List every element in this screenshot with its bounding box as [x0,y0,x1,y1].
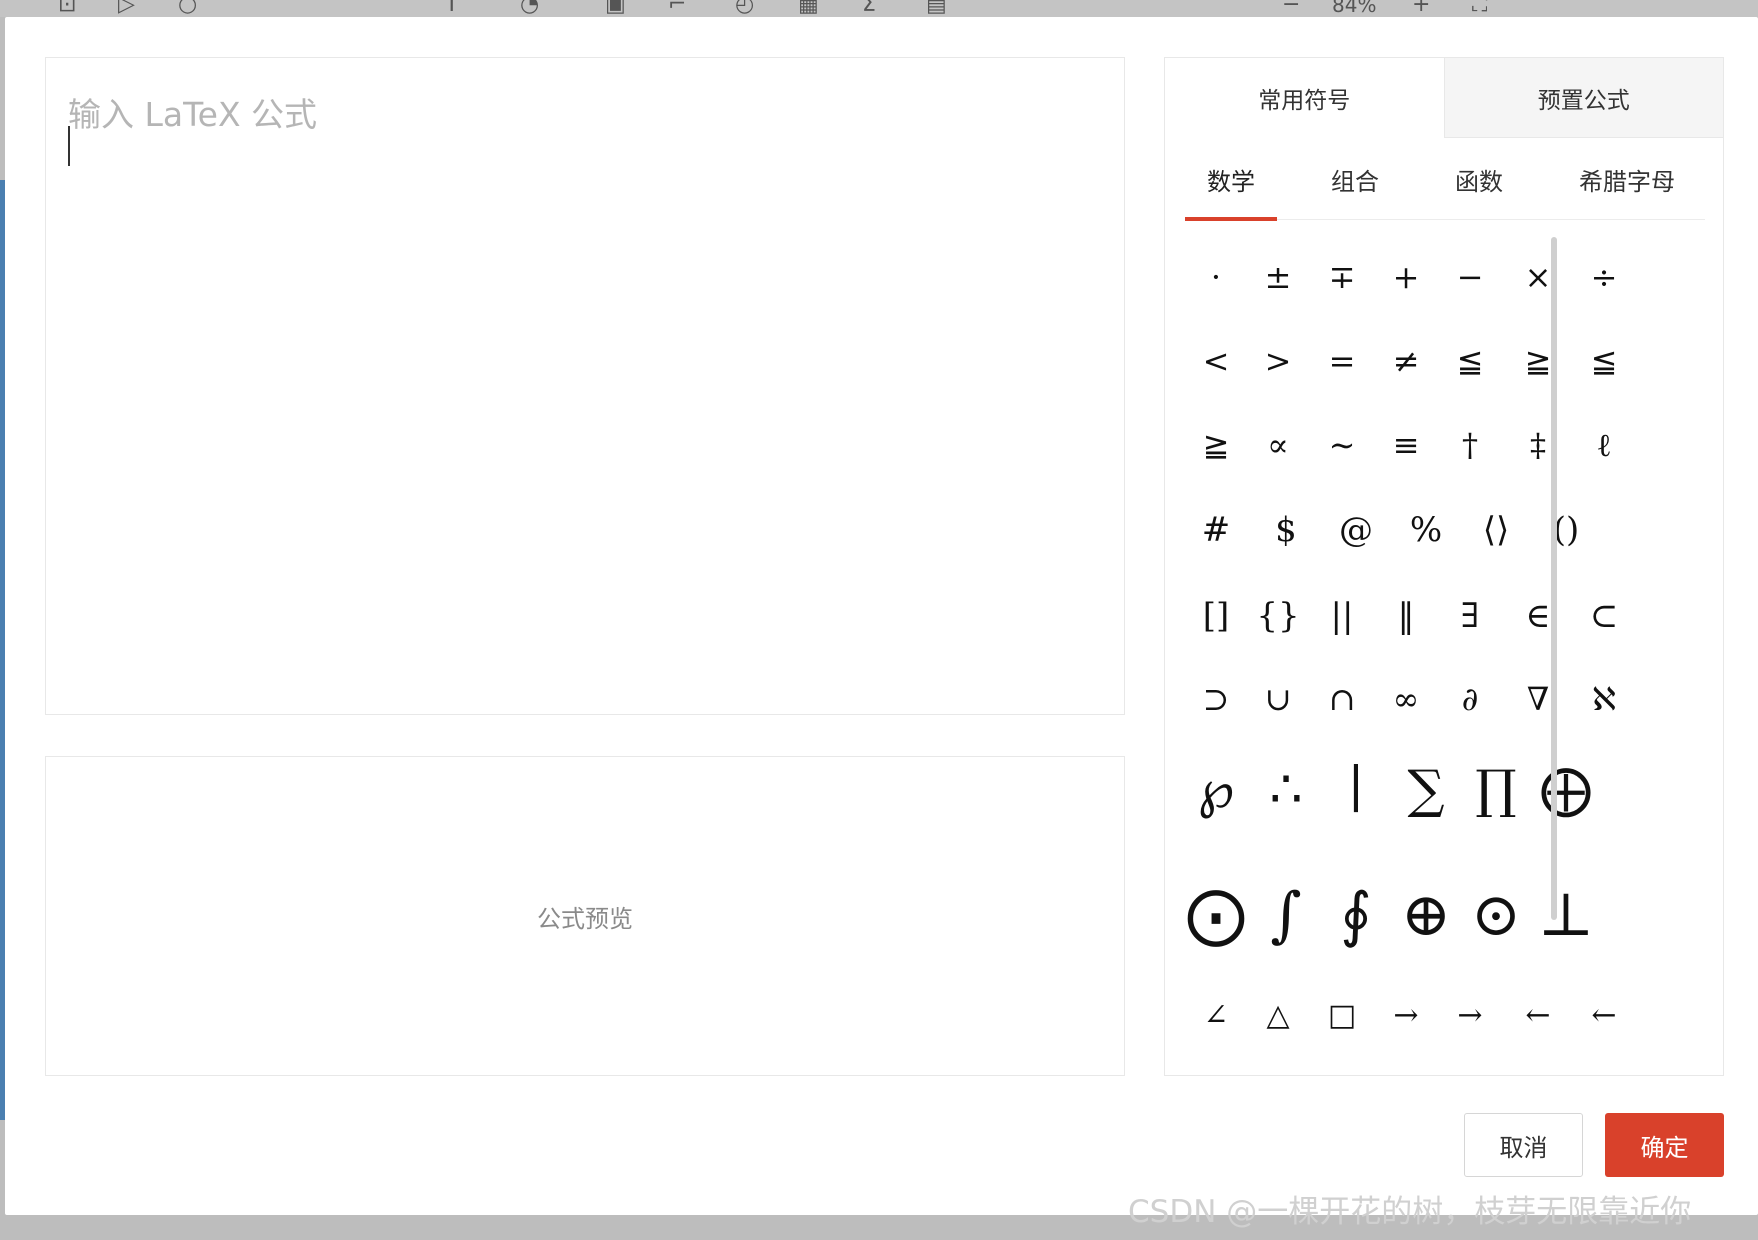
symbol-scrollbar[interactable] [1551,237,1557,920]
formula-dialog: 公式预览 常用符号 预置公式 数学 组合 函数 希腊字母 ·±∓+−×÷ <>=≠… [5,17,1758,1215]
symbol-2-2[interactable]: ∼ [1311,426,1373,464]
symbol-2-6[interactable]: ℓ [1573,426,1635,464]
symbol-1-2[interactable]: = [1311,342,1373,380]
zoom-level: 84% [1332,0,1377,17]
symbol-8-2[interactable]: □ [1311,998,1373,1033]
search-icon[interactable]: ○ [178,0,197,16]
symbol-6-0[interactable]: ℘ [1185,760,1247,820]
formula-icon[interactable]: Σ [862,0,876,16]
symbol-7-4[interactable]: ⊙ [1465,880,1527,950]
text-icon[interactable]: T [445,0,458,16]
symbol-0-3[interactable]: + [1375,258,1437,296]
symbol-0-1[interactable]: ± [1247,258,1309,296]
symbol-5-0[interactable]: ⊃ [1185,680,1247,718]
symbol-1-6[interactable]: ≦ [1573,342,1635,380]
symbol-4-0[interactable]: [] [1185,596,1247,636]
symbol-4-5[interactable]: ∈ [1507,596,1569,636]
media-icon[interactable]: ▤ [926,0,947,16]
subtab-function[interactable]: 函数 [1433,138,1525,220]
symbol-1-5[interactable]: ≧ [1507,342,1569,380]
symbol-1-3[interactable]: ≠ [1375,342,1437,380]
zoom-out-button[interactable]: − [1282,0,1300,16]
tab-preset-formulas[interactable]: 预置公式 [1443,58,1723,138]
symbol-8-5[interactable]: ← [1507,998,1569,1033]
symbol-0-5[interactable]: × [1507,258,1569,296]
symbol-8-0[interactable]: ∠ [1185,998,1247,1033]
symbol-4-2[interactable]: || [1311,596,1373,636]
symbol-8-6[interactable]: ← [1573,998,1635,1033]
cancel-button[interactable]: 取消 [1464,1113,1583,1177]
symbol-5-1[interactable]: ∪ [1247,680,1309,718]
symbol-grid: · ± ∓ + − × ÷ < > = ≠ ≦ ≧ ≦ ≧ ∝ ∼ ≡ † ‡ ℓ # $ @% ⟨⟩()[]{} || ‖ ∃ ∈ ⊂ ⊃… [1185,220,1697,1075]
panel-tabs: 常用符号 预置公式 [1165,58,1723,138]
symbol-category-tabs: 数学 组合 函数 希腊字母 [1185,138,1705,221]
symbol-1-1[interactable]: > [1247,342,1309,380]
symbol-panel: 常用符号 预置公式 数学 组合 函数 希腊字母 · ± ∓ + − × ÷ < > = ≠ ≦ ≧ ≦ ≧ ∝… [1164,57,1724,1076]
symbol-0-2[interactable]: ∓ [1311,258,1373,296]
symbol-0-0[interactable]: · [1185,258,1247,296]
table-icon[interactable]: ▦ [798,0,819,16]
chart-icon[interactable]: ◴ [735,0,754,16]
symbol-8-1[interactable]: △ [1247,998,1309,1033]
tab-common-symbols[interactable]: 常用符号 [1165,58,1444,138]
symbol-3-0[interactable]: # [1185,510,1247,550]
symbol-2-3[interactable]: ≡ [1375,426,1437,464]
symbol-3-1[interactable]: $ [1255,510,1317,550]
symbol-1-4[interactable]: ≦ [1439,342,1501,380]
symbol-6-5[interactable]: ⨁ [1535,760,1597,820]
subtab-math-label: 数学 [1207,168,1255,196]
text-caret [68,126,70,166]
symbol-2-4[interactable]: † [1439,426,1501,464]
symbol-6-3[interactable]: ∑ [1395,760,1457,820]
symbol-7-1[interactable]: ∫ [1255,880,1317,950]
symbol-3-4[interactable]: ⟨⟩ [1465,510,1527,550]
shape-icon[interactable]: ◔ [520,0,539,16]
symbol-7-2[interactable]: ∮ [1325,880,1387,950]
symbol-2-0[interactable]: ≧ [1185,426,1247,464]
symbol-1-0[interactable]: < [1185,342,1247,380]
symbol-5-5[interactable]: ∇ [1507,680,1569,718]
image-icon[interactable]: ▣ [605,0,626,16]
symbol-5-4[interactable]: ∂ [1439,680,1501,718]
subtab-combination[interactable]: 组合 [1309,138,1401,220]
symbol-0-4[interactable]: − [1439,258,1501,296]
symbol-4-3[interactable]: ‖ [1375,596,1437,636]
symbol-8-3[interactable]: → [1375,998,1437,1033]
symbol-3-3[interactable]: % [1395,510,1457,550]
latex-input[interactable] [46,58,1124,714]
subtab-greek[interactable]: 希腊字母 [1557,138,1697,220]
symbol-7-5[interactable]: ⊥ [1535,880,1597,950]
symbol-8-4[interactable]: → [1439,998,1501,1033]
symbol-0-6[interactable]: ÷ [1573,258,1635,296]
comment-icon[interactable]: ⊡ [58,0,76,16]
symbol-3-2[interactable]: @ [1325,510,1387,550]
zoom-in-button[interactable]: + [1412,0,1430,16]
formula-preview: 公式预览 [45,756,1125,1076]
watermark: CSDN @一棵开花的树，枝芽无限靠近你 [1128,1194,1692,1230]
subtab-math[interactable]: 数学 [1185,138,1277,221]
symbol-7-0[interactable]: ⨀ [1185,880,1247,950]
symbol-7-3[interactable]: ⊕ [1395,880,1457,950]
pointer-icon[interactable]: ▷ [118,0,135,16]
confirm-button[interactable]: 确定 [1605,1113,1724,1177]
symbol-2-5[interactable]: ‡ [1507,426,1569,464]
symbol-3-5[interactable]: () [1535,510,1597,550]
symbol-4-1[interactable]: {} [1247,596,1309,636]
fullscreen-icon[interactable]: ⛶ [1472,0,1487,16]
symbol-5-6[interactable]: ℵ [1573,680,1635,718]
symbol-2-1[interactable]: ∝ [1247,426,1309,464]
preview-placeholder: 公式预览 [537,904,633,933]
symbol-4-4[interactable]: ∃ [1439,596,1501,636]
symbol-4-6[interactable]: ⊂ [1573,596,1635,636]
app-toolbar: ⊡ ▷ ○ T ◔ ▣ ⌐ ◴ ▦ Σ ▤ − 84% + ⛶ [0,0,1758,17]
symbol-5-2[interactable]: ∩ [1311,680,1373,718]
latex-editor[interactable] [45,57,1125,715]
symbol-6-1[interactable]: ∴ [1255,760,1317,820]
symbol-6-4[interactable]: ∏ [1465,760,1527,820]
symbol-5-3[interactable]: ∞ [1375,680,1437,718]
symbol-6-2[interactable]: ∣ [1325,760,1387,820]
link-icon[interactable]: ⌐ [668,0,686,16]
